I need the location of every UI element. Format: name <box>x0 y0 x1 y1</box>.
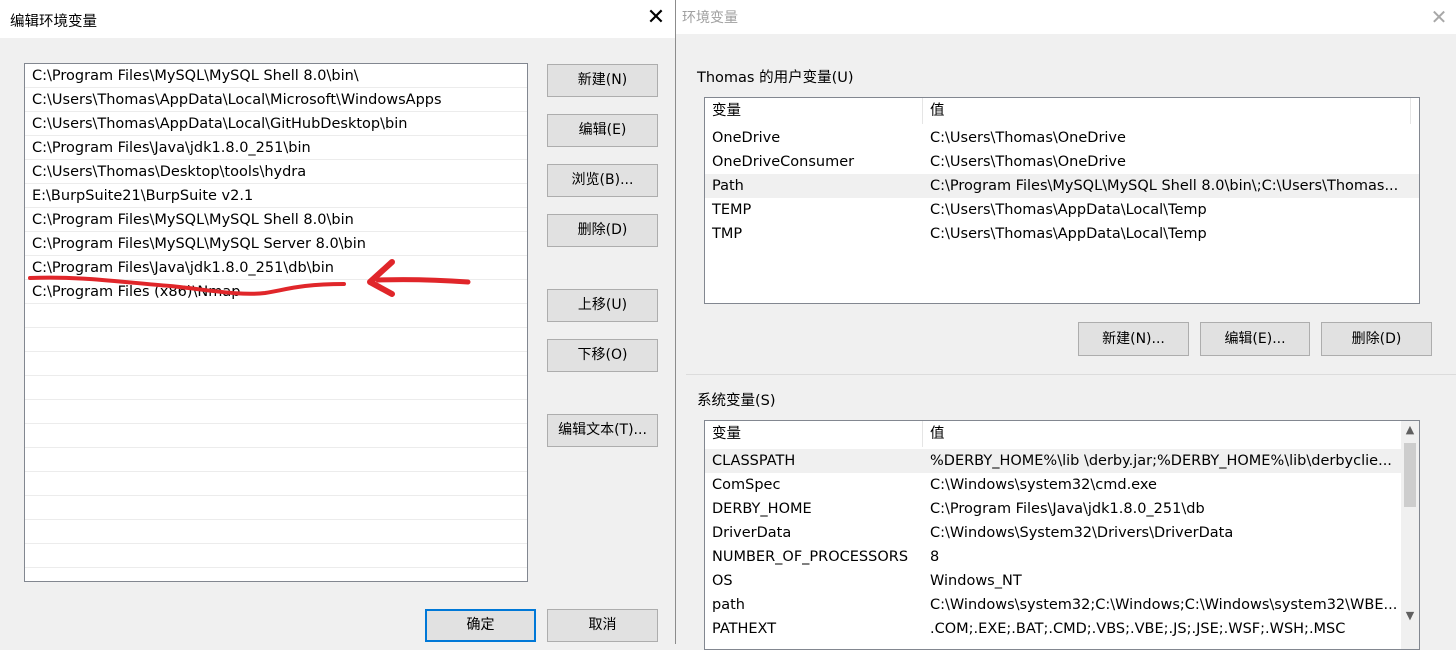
variable-row[interactable]: path C:\Windows\system32;C:\Windows;C:\Wi… <box>705 593 1401 617</box>
scroll-up-arrow-icon[interactable]: ▲ <box>1401 423 1419 436</box>
scrollbar-thumb[interactable] <box>1404 443 1416 507</box>
user-variables-header: 变量 值 <box>705 98 1419 124</box>
env-window-title: 环境变量 <box>682 10 738 26</box>
variable-value-cell: C:\Windows\System32\Drivers\DriverData <box>930 525 1234 541</box>
variable-value-cell: C:\Users\Thomas\AppData\Local\Temp <box>930 202 1207 218</box>
variable-value-cell: C:\Program Files\Java\jdk1.8.0_251\db <box>930 501 1205 517</box>
variable-name-cell: Path <box>712 178 744 194</box>
user-delete-button[interactable]: 删除(D) <box>1321 322 1432 356</box>
variable-row[interactable]: OneDriveConsumer C:\Users\Thomas\OneDrive <box>705 150 1419 174</box>
variable-name-cell: OneDriveConsumer <box>712 154 855 170</box>
user-new-button[interactable]: 新建(N)... <box>1078 322 1189 356</box>
variable-name-cell: path <box>712 597 745 613</box>
variable-value-cell: C:\Windows\system32;C:\Windows;C:\Window… <box>930 597 1398 613</box>
user-edit-button[interactable]: 编辑(E)... <box>1200 322 1310 356</box>
red-arrow-shaft <box>375 277 471 285</box>
variable-name-cell: PATHEXT <box>712 621 777 637</box>
variable-value-cell: C:\Windows\system32\cmd.exe <box>930 477 1157 493</box>
user-variables-label: Thomas 的用户变量(U) <box>697 70 854 86</box>
variable-value-cell: .COM;.EXE;.BAT;.CMD;.VBS;.VBE;.JS;.JSE;.… <box>930 621 1346 637</box>
variable-name-cell: DERBY_HOME <box>712 501 812 517</box>
variable-name-cell: TEMP <box>712 202 752 218</box>
variable-row[interactable]: Path C:\Program Files\MySQL\MySQL Shell 8… <box>705 174 1419 198</box>
column-header-variable[interactable]: 变量 <box>705 98 923 124</box>
column-header-value[interactable]: 值 <box>923 421 1403 447</box>
env-window-titlebar[interactable]: 环境变量 ✕ <box>676 0 1456 34</box>
scroll-down-arrow-icon[interactable]: ▼ <box>1401 609 1419 622</box>
variable-name-cell: OneDrive <box>712 130 781 146</box>
variable-value-cell: C:\Users\Thomas\AppData\Local\Temp <box>930 226 1207 242</box>
variable-row[interactable]: OS Windows_NT <box>705 569 1401 593</box>
variable-name-cell: DriverData <box>712 525 792 541</box>
variable-value-cell: C:\Users\Thomas\OneDrive <box>930 130 1126 146</box>
variable-name-cell: OS <box>712 573 733 589</box>
red-annotation-markup <box>28 259 471 297</box>
variable-value-cell: Windows_NT <box>930 573 1022 589</box>
system-variables-header: 变量 值 <box>705 421 1401 447</box>
system-variables-list[interactable]: 变量 值 CLASSPATH %DERBY_HOME%\lib \derby.ja… <box>704 420 1420 650</box>
variable-value-cell: C:\Users\Thomas\OneDrive <box>930 154 1126 170</box>
edit-environment-variable-dialog: 编辑环境变量 ✕ C:\Program Files\MySQL\MySQL Sh… <box>0 0 676 644</box>
variable-row[interactable]: TEMP C:\Users\Thomas\AppData\Local\Temp <box>705 198 1419 222</box>
red-underline-stroke <box>28 275 346 296</box>
system-variables-scrollbar[interactable]: ▲ ▼ <box>1401 421 1419 649</box>
variable-value-cell: C:\Program Files\MySQL\MySQL Shell 8.0\b… <box>930 178 1399 194</box>
variable-row[interactable]: TMP C:\Users\Thomas\AppData\Local\Temp <box>705 222 1419 246</box>
variable-name-cell: NUMBER_OF_PROCESSORS <box>712 549 909 565</box>
user-variables-list[interactable]: 变量 值 OneDrive C:\Users\Thomas\OneDrive One… <box>704 97 1420 304</box>
variable-row[interactable]: NUMBER_OF_PROCESSORS 8 <box>705 545 1401 569</box>
env-window-close-icon[interactable]: ✕ <box>1426 4 1452 30</box>
variable-row[interactable]: PATHEXT .COM;.EXE;.BAT;.CMD;.VBS;.VBE;.JS… <box>705 617 1401 641</box>
column-header-value[interactable]: 值 <box>923 98 1411 124</box>
variable-name-cell: CLASSPATH <box>712 453 796 469</box>
variable-row[interactable]: ComSpec C:\Windows\system32\cmd.exe <box>705 473 1401 497</box>
variable-row[interactable]: DERBY_HOME C:\Program Files\Java\jdk1.8.0… <box>705 497 1401 521</box>
variable-name-cell: ComSpec <box>712 477 781 493</box>
column-header-variable[interactable]: 变量 <box>705 421 923 447</box>
system-variables-label: 系统变量(S) <box>697 393 776 409</box>
variable-value-cell: %DERBY_HOME%\lib \derby.jar;%DERBY_HOME%… <box>930 453 1392 469</box>
variable-name-cell: TMP <box>712 226 743 242</box>
variable-value-cell: 8 <box>930 549 940 565</box>
variable-row[interactable]: DriverData C:\Windows\System32\Drivers\Dr… <box>705 521 1401 545</box>
environment-variables-window: 环境变量 ✕ Thomas 的用户变量(U) 变量 值 OneDrive C:\U… <box>676 0 1456 650</box>
variable-row[interactable]: CLASSPATH %DERBY_HOME%\lib \derby.jar;%DE… <box>705 449 1401 473</box>
variable-row[interactable]: OneDrive C:\Users\Thomas\OneDrive <box>705 126 1419 150</box>
